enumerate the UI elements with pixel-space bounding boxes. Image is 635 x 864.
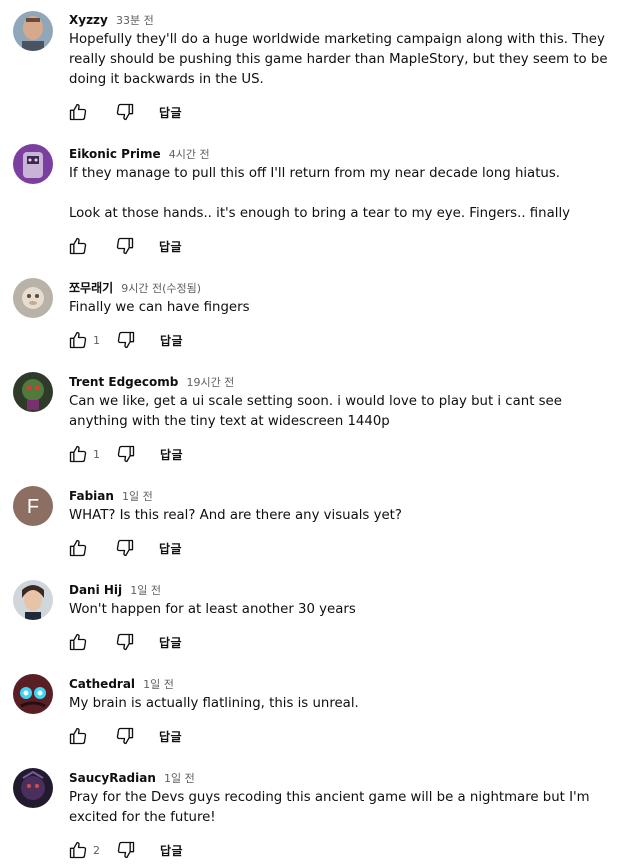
comment-actions: 답글 [66,234,182,258]
comment-text: Won't happen for at least another 30 yea… [69,600,624,620]
thumbs-up-icon[interactable] [66,838,90,862]
reply-button[interactable]: 답글 [159,104,182,121]
comment-actions: 답글 [66,630,182,654]
thumbs-up-icon[interactable] [66,234,90,258]
reply-button[interactable]: 답글 [159,728,182,745]
comment-timestamp[interactable]: 19시간 전 [186,376,234,389]
comment-author[interactable]: Fabian [69,489,114,503]
thumbs-up-icon[interactable] [66,442,90,466]
avatar-letter: F [27,496,39,518]
avatar[interactable] [13,768,53,808]
comment-paragraph: WHAT? Is this real? And are there any vi… [69,508,402,523]
comment-author[interactable]: Xyzzy [69,13,108,27]
avatar[interactable] [13,11,53,51]
comment-paragraph: My brain is actually flatlining, this is… [69,696,359,711]
comment-text: WHAT? Is this real? And are there any vi… [69,506,624,526]
comment-author[interactable]: SaucyRadian [69,771,156,785]
comment-actions: 2 답글 [66,838,183,862]
thumbs-down-icon[interactable] [113,234,137,258]
thumbs-down-icon[interactable] [113,536,137,560]
avatar[interactable] [13,144,53,184]
thumbs-down-icon[interactable] [113,630,137,654]
thumbs-down-icon[interactable] [114,838,138,862]
thumbs-up-icon[interactable] [66,536,90,560]
comment-timestamp[interactable]: 33분 전 [116,14,154,27]
comment-text: Finally we can have fingers [69,298,624,318]
comment-actions: 답글 [66,100,182,124]
comment-text: My brain is actually flatlining, this is… [69,694,624,714]
reply-button[interactable]: 답글 [160,332,183,349]
reply-button[interactable]: 답글 [159,540,182,557]
comment-actions: 답글 [66,536,182,560]
avatar[interactable]: F [13,486,53,526]
thumbs-down-icon[interactable] [113,100,137,124]
thumbs-down-icon[interactable] [114,328,138,352]
comment-timestamp[interactable]: 1일 전 [143,678,174,691]
comment-actions: 1 답글 [66,328,183,352]
avatar[interactable] [13,674,53,714]
avatar[interactable] [13,278,53,318]
comment-paragraph: Won't happen for at least another 30 yea… [69,602,356,617]
reply-button[interactable]: 답글 [159,238,182,255]
thumbs-down-icon[interactable] [114,442,138,466]
comment-text: If they manage to pull this off I'll ret… [69,164,624,224]
thumbs-up-icon[interactable] [66,630,90,654]
comment-timestamp[interactable]: 1일 전 [122,490,153,503]
thumbs-up-icon[interactable] [66,328,90,352]
like-count: 1 [93,333,100,347]
comment-timestamp[interactable]: 9시간 전(수정됨) [121,282,201,295]
comment-author[interactable]: Trent Edgecomb [69,375,178,389]
avatar[interactable] [13,580,53,620]
comment-timestamp[interactable]: 1일 전 [164,772,195,785]
reply-button[interactable]: 답글 [159,634,182,651]
thumbs-up-icon[interactable] [66,724,90,748]
thumbs-down-icon[interactable] [113,724,137,748]
reply-button[interactable]: 답글 [160,446,183,463]
like-count: 2 [93,843,100,857]
comment-paragraph: If they manage to pull this off I'll ret… [69,166,561,181]
comment-text: Hopefully they'll do a huge worldwide ma… [69,30,624,90]
comment-paragraph: Pray for the Devs guys recoding this anc… [69,790,590,825]
thumbs-up-icon[interactable] [66,100,90,124]
comment-paragraph: Look at those hands.. it's enough to bri… [69,206,571,221]
comment-actions: 1 답글 [66,442,183,466]
comment-text: Pray for the Devs guys recoding this anc… [69,788,624,828]
comment-paragraph: Can we like, get a ui scale setting soon… [69,394,562,429]
comment-paragraph: Finally we can have fingers [69,300,250,315]
like-count: 1 [93,447,100,461]
reply-button[interactable]: 답글 [160,842,183,859]
comment-author[interactable]: Cathedral [69,677,135,691]
comment-author[interactable]: Eikonic Prime [69,147,161,161]
comment-text: Can we like, get a ui scale setting soon… [69,392,624,432]
comment-author[interactable]: Dani Hij [69,583,122,597]
comment-timestamp[interactable]: 4시간 전 [169,148,210,161]
comment-paragraph: Hopefully they'll do a huge worldwide ma… [69,32,608,87]
comment-author[interactable]: 쪼무래기 [69,281,113,295]
avatar[interactable] [13,372,53,412]
comment-timestamp[interactable]: 1일 전 [130,584,161,597]
comment-actions: 답글 [66,724,182,748]
